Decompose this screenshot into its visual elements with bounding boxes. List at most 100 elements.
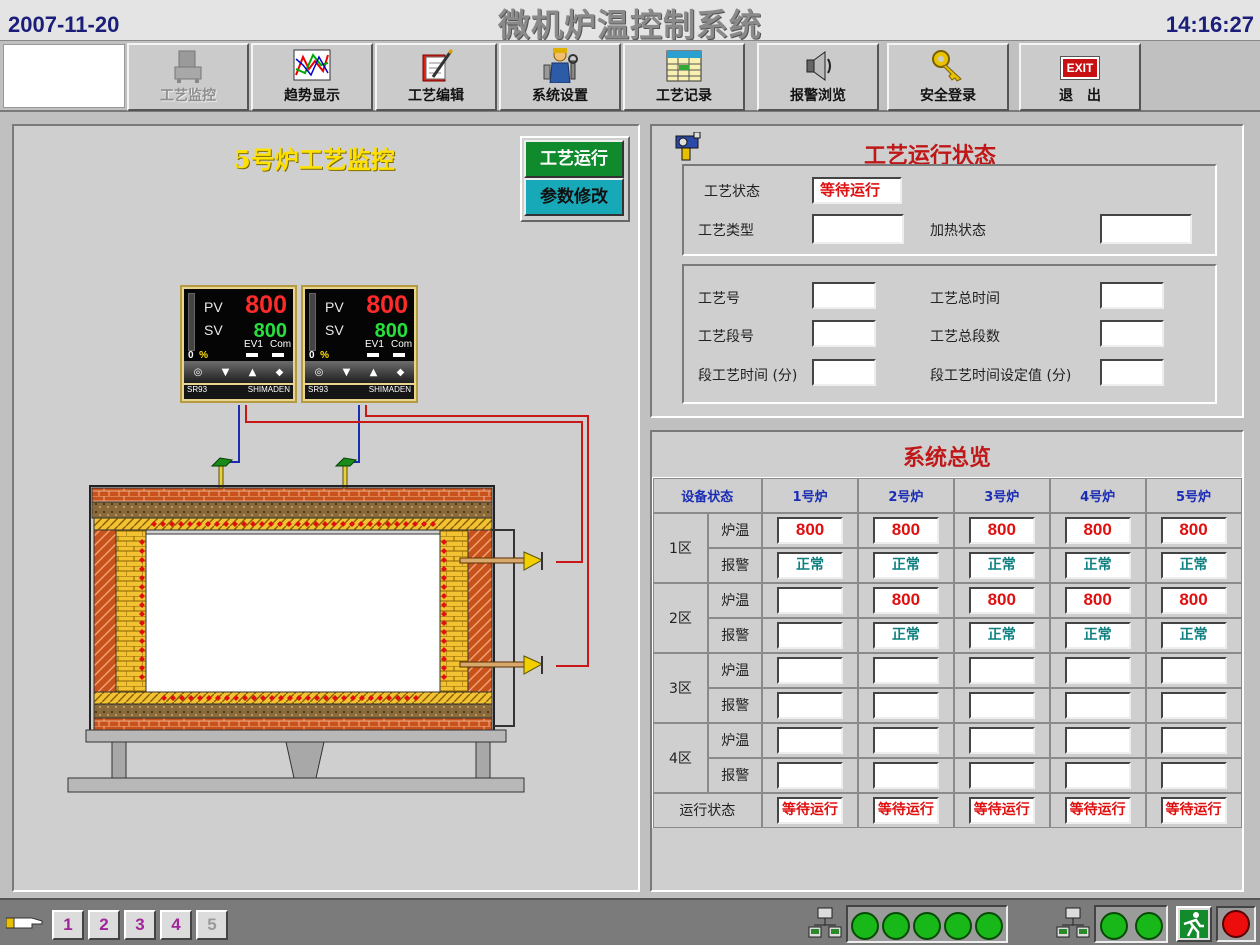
- heater-element: [322, 521, 328, 527]
- zone-alarm-value: 正常: [777, 551, 844, 579]
- network-icon: [1056, 907, 1090, 943]
- logo-area: [3, 44, 125, 108]
- heater-element: [394, 521, 400, 527]
- heater-element: [268, 521, 274, 527]
- zone-temp-value: 800: [1064, 516, 1131, 544]
- settings-worker-icon: [501, 45, 619, 85]
- edit-notebook-icon: [377, 45, 495, 85]
- heater-element: [206, 695, 212, 701]
- heater-element: [170, 695, 176, 701]
- heater-element: [178, 521, 184, 527]
- heater-element: [441, 593, 447, 599]
- heater-element: [139, 602, 145, 608]
- heater-element: [139, 611, 145, 617]
- heater-element: [286, 521, 292, 527]
- zone-label: 2区: [652, 582, 709, 653]
- heater-element: [251, 695, 257, 701]
- temp-row-label: 炉温: [707, 582, 763, 618]
- heater-element: [139, 593, 145, 599]
- key-icon: [889, 45, 1007, 85]
- heater-element: [187, 521, 193, 527]
- run-state-value: 等待运行: [1160, 796, 1227, 824]
- zone-alarm-value: [1064, 761, 1131, 789]
- heater-element: [368, 695, 374, 701]
- zone-temp-value: [872, 726, 939, 754]
- process-record-button[interactable]: 工艺记录: [623, 43, 745, 111]
- title-bar: 2007-11-20 微机炉温控制系统 14:16:27: [0, 0, 1260, 44]
- heater-element: [214, 521, 220, 527]
- furnace-1-header: 1号炉: [761, 477, 859, 513]
- heater-element: [139, 575, 145, 581]
- temp-row-label: 炉温: [707, 512, 763, 548]
- zone-temp-value: [777, 656, 844, 684]
- heater-element: [169, 521, 175, 527]
- heater-element: [161, 695, 167, 701]
- process-status-panel: 工艺运行状态 工艺状态 等待运行 工艺类型 加热状态 工艺号 工艺总时间 工艺段…: [650, 124, 1244, 418]
- heater-element: [349, 521, 355, 527]
- heater-element: [139, 557, 145, 563]
- trend-button[interactable]: 趋势显示: [251, 43, 373, 111]
- furnace-2-header: 2号炉: [857, 477, 955, 513]
- system-settings-button[interactable]: 系统设置: [499, 43, 621, 111]
- heater-element: [269, 695, 275, 701]
- zone-temp-value: 800: [1160, 586, 1227, 614]
- heater-element: [441, 584, 447, 590]
- temp-row-label: 炉温: [707, 722, 763, 758]
- heater-element: [139, 620, 145, 626]
- heater-element: [332, 695, 338, 701]
- speaker-alarm-icon: [759, 45, 877, 85]
- heater-element: [441, 647, 447, 653]
- exit-button[interactable]: EXIT 退 出: [1019, 43, 1141, 111]
- trend-chart-icon: [253, 45, 371, 85]
- status-bar: 1 2 3 4 5: [0, 898, 1260, 945]
- heater-element: [139, 656, 145, 662]
- page-1-button[interactable]: 1: [52, 910, 84, 940]
- page-3-button[interactable]: 3: [124, 910, 156, 940]
- comm-lamp: [882, 912, 910, 940]
- heating-elements: [139, 521, 447, 701]
- heater-element: [403, 521, 409, 527]
- heating-state-field: [1100, 214, 1192, 244]
- zone-temp-value: [968, 656, 1035, 684]
- heater-element: [139, 584, 145, 590]
- table-row: 报警 正常 正常 正常 正常: [653, 617, 1242, 653]
- zone-alarm-value: 正常: [1160, 551, 1227, 579]
- heater-element: [139, 566, 145, 572]
- process-edit-button[interactable]: 工艺编辑: [375, 43, 497, 111]
- exit-icon: EXIT: [1021, 45, 1139, 85]
- emergency-exit-icon[interactable]: [1176, 906, 1212, 942]
- heater-element: [232, 521, 238, 527]
- heater-element: [441, 548, 447, 554]
- temp-row-label: 炉温: [707, 652, 763, 688]
- monitor-button[interactable]: 工艺监控: [127, 43, 249, 111]
- heater-element: [196, 521, 202, 527]
- zone-alarm-value: 正常: [872, 551, 939, 579]
- run-state-row: 运行状态 等待运行 等待运行 等待运行 等待运行 等待运行: [652, 792, 1242, 828]
- heater-element: [151, 521, 157, 527]
- heater-element: [441, 629, 447, 635]
- page-2-button[interactable]: 2: [88, 910, 120, 940]
- zone-label: 1区: [652, 512, 709, 583]
- page-5-button[interactable]: 5: [196, 910, 228, 940]
- overview-header-row: 设备状态 1号炉 2号炉 3号炉 4号炉 5号炉: [652, 477, 1242, 513]
- alarm-browse-button[interactable]: 报警浏览: [757, 43, 879, 111]
- page-4-button[interactable]: 4: [160, 910, 192, 940]
- zone-alarm-value: [777, 761, 844, 789]
- heater-element: [331, 521, 337, 527]
- heater-element: [242, 695, 248, 701]
- zone-alarm-value: 正常: [872, 621, 939, 649]
- heater-element: [359, 695, 365, 701]
- zone-alarm-value: [968, 761, 1035, 789]
- furnace-monitor-icon: [129, 45, 247, 85]
- heater-element: [314, 695, 320, 701]
- heater-element: [179, 695, 185, 701]
- zone-alarm-value: [1064, 691, 1131, 719]
- comm-lamp: [1135, 912, 1163, 940]
- zone-temp-value: [968, 726, 1035, 754]
- secure-login-button[interactable]: 安全登录: [887, 43, 1009, 111]
- furnace-4-header: 4号炉: [1049, 477, 1147, 513]
- comm-lamp: [944, 912, 972, 940]
- zone-alarm-value: [777, 691, 844, 719]
- overview-table: 设备状态 1号炉 2号炉 3号炉 4号炉 5号炉 1区 炉温 800 800 800 800 800 报警…: [652, 477, 1242, 828]
- pointing-hand-icon: [5, 912, 46, 938]
